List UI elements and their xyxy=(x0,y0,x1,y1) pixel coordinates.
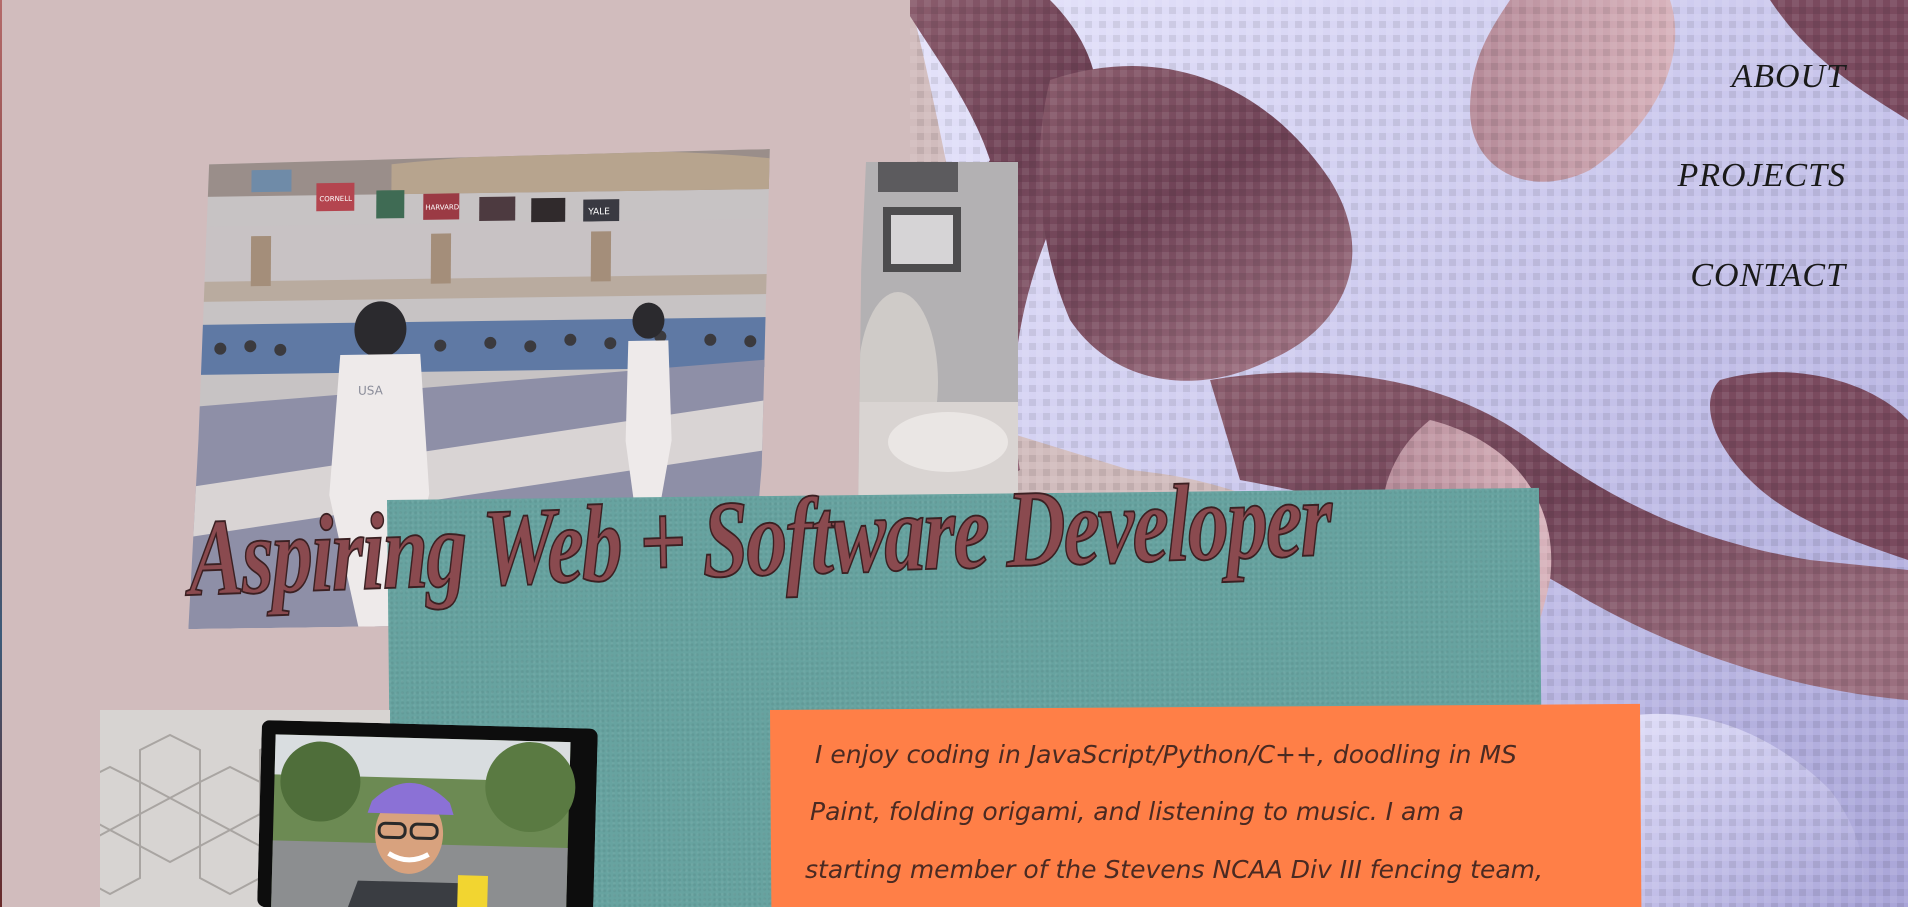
banner-cornell: CORNELL xyxy=(319,195,352,203)
room-photo-image xyxy=(858,162,1018,520)
bio-text-line-1: I enjoy coding in JavaScript/Python/C++,… xyxy=(815,740,1517,769)
window-edge xyxy=(0,0,2,907)
portrait-photo-image xyxy=(257,720,598,907)
main-nav: ABOUT PROJECTS CONTACT xyxy=(1508,0,1908,320)
portrait-photo xyxy=(257,720,598,907)
banner-harvard: HARVARD xyxy=(425,203,459,211)
bio-text-line-3: starting member of the Stevens NCAA Div … xyxy=(805,855,1543,884)
banner-yale: YALE xyxy=(587,207,610,217)
fencer-jacket-text: USA xyxy=(358,383,384,397)
nav-link-about[interactable]: ABOUT xyxy=(1731,58,1846,96)
room-photo xyxy=(858,162,1018,520)
nav-link-projects[interactable]: PROJECTS xyxy=(1677,157,1846,195)
nav-link-contact[interactable]: CONTACT xyxy=(1690,257,1846,295)
portfolio-page: CORNELL HARVARD YALE USA Aspiring Web + … xyxy=(0,0,1908,907)
bio-text-line-2: Paint, folding origami, and listening to… xyxy=(810,797,1464,826)
